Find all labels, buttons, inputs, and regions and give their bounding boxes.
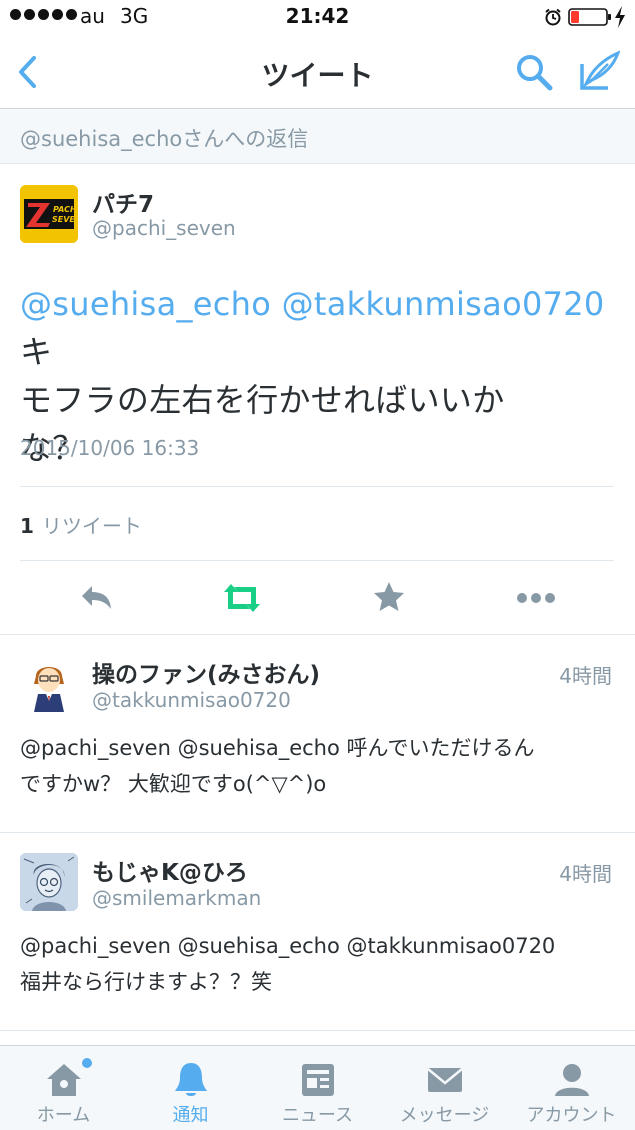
tab-label: 通知 xyxy=(172,1105,209,1126)
tab-account[interactable]: アカウント xyxy=(508,1046,635,1130)
tab-label: アカウント xyxy=(526,1105,617,1126)
reply-timestamp: 4時間 xyxy=(559,664,612,688)
divider xyxy=(0,1030,635,1031)
svg-text:SEVEN: SEVEN xyxy=(52,215,78,224)
notification-dot xyxy=(82,1058,92,1068)
divider xyxy=(0,832,635,833)
reply-author-handle[interactable]: @takkunmisao0720 xyxy=(92,688,291,712)
reply-author-handle[interactable]: @smilemarkman xyxy=(92,886,261,910)
envelope-icon xyxy=(427,1068,463,1092)
compose-icon xyxy=(580,50,620,90)
svg-text:PACHI: PACHI xyxy=(53,205,78,214)
retweet-count-row[interactable]: 1 リツイート xyxy=(20,510,142,539)
tweet-text-segment: モフラの左右を行かせればいいか xyxy=(20,381,505,419)
more-button[interactable] xyxy=(516,590,556,606)
person-icon xyxy=(555,1064,589,1096)
reply-text-line: @pachi_seven @suehisa_echo 呼んでいただけるん xyxy=(20,736,535,760)
tab-bar: ホーム 通知 ニュース メッセージ アカウント xyxy=(0,1045,635,1130)
reply-context-text: @suehisa_echoさんへの返信 xyxy=(20,127,309,151)
sketch-portrait-avatar xyxy=(20,853,78,911)
home-icon xyxy=(47,1064,81,1096)
tab-label: ホーム xyxy=(36,1105,91,1126)
tab-label: ニュース xyxy=(281,1105,354,1126)
search-button[interactable] xyxy=(514,52,554,92)
reply-author-name[interactable]: もじゃK@ひろ xyxy=(92,853,248,887)
more-dots-icon xyxy=(517,593,555,603)
reply-author-name[interactable]: 操のファン(みさおん) xyxy=(92,655,320,689)
reply-avatar[interactable] xyxy=(20,853,78,911)
news-icon xyxy=(302,1064,334,1096)
author-handle[interactable]: @pachi_seven xyxy=(92,216,236,240)
mention-link[interactable]: @takkunmisao0720 xyxy=(282,285,605,323)
navigation-bar: ツイート xyxy=(0,36,635,109)
tab-label: メッセージ xyxy=(399,1105,490,1126)
retweet-count-label: リツイート xyxy=(41,514,142,538)
status-clock: 21:42 xyxy=(285,4,350,28)
tab-notifications[interactable]: 通知 xyxy=(127,1046,254,1130)
tweet-timestamp: 2015/10/06 16:33 xyxy=(20,436,200,460)
charging-bolt-icon xyxy=(615,6,625,28)
reply-button[interactable] xyxy=(78,582,114,614)
reply-text-line: ですかw？ 大歓迎ですo(^▽^)o xyxy=(20,772,327,796)
retweet-icon xyxy=(224,584,260,612)
reply-context-banner[interactable]: @suehisa_echoさんへの返信 xyxy=(0,109,635,164)
reply-text-line: 福井なら行けますよ？？笑 xyxy=(20,970,272,994)
search-icon xyxy=(517,55,553,91)
battery-icon xyxy=(568,8,611,26)
tweet-text-segment: キ xyxy=(20,333,53,371)
reply-icon xyxy=(82,586,111,609)
author-name[interactable]: パチ7 xyxy=(92,185,154,219)
main-tweet-avatar[interactable]: PACHI SEVEN xyxy=(20,185,78,243)
alarm-icon xyxy=(545,8,561,26)
bell-icon xyxy=(175,1063,207,1096)
mention-link[interactable]: @suehisa_echo xyxy=(20,285,271,323)
retweet-button[interactable] xyxy=(222,582,262,614)
compose-button[interactable] xyxy=(578,50,620,92)
reply-text: @pachi_seven @suehisa_echo 呼んでいただけるん ですか… xyxy=(20,730,610,802)
status-bar: au 3G 21:42 xyxy=(0,0,635,36)
reply-timestamp: 4時間 xyxy=(559,862,612,886)
reply-text: @pachi_seven @suehisa_echo @takkunmisao0… xyxy=(20,928,610,1000)
reply-avatar[interactable] xyxy=(20,654,78,712)
favorite-button[interactable] xyxy=(372,580,406,614)
divider xyxy=(20,560,614,561)
star-icon xyxy=(374,582,404,611)
retweet-count: 1 xyxy=(20,514,34,538)
tab-messages[interactable]: メッセージ xyxy=(381,1046,508,1130)
tab-news[interactable]: ニュース xyxy=(254,1046,381,1130)
reply-text-line: @pachi_seven @suehisa_echo @takkunmisao0… xyxy=(20,934,556,958)
pachi-seven-logo: PACHI SEVEN xyxy=(20,185,78,243)
anime-character-avatar xyxy=(20,654,78,712)
tab-home[interactable]: ホーム xyxy=(0,1046,127,1130)
divider xyxy=(20,486,614,487)
divider xyxy=(0,634,635,635)
